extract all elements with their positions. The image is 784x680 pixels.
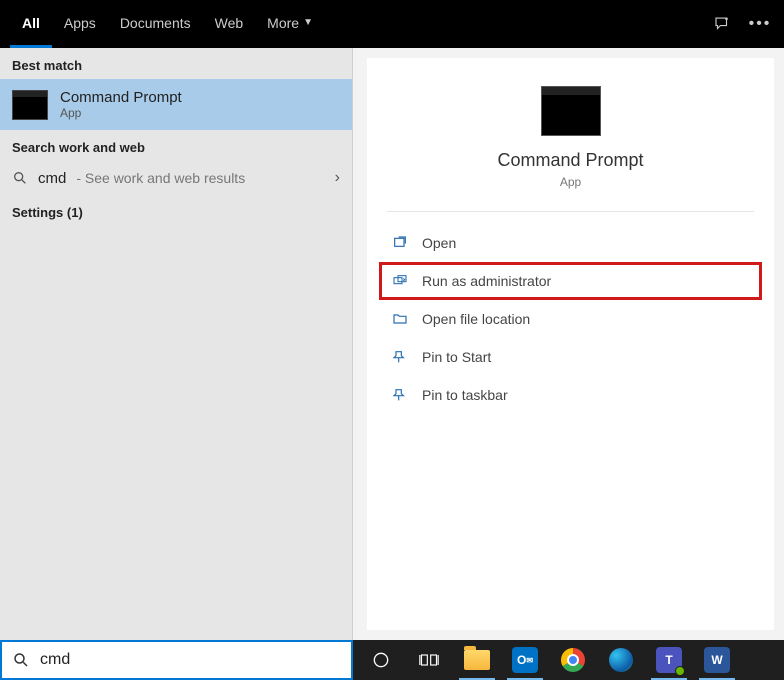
action-label: Pin to Start: [422, 349, 491, 365]
action-label: Open: [422, 235, 456, 251]
word-icon: W: [704, 647, 730, 673]
taskbar-file-explorer[interactable]: [455, 640, 499, 680]
action-label: Open file location: [422, 311, 530, 327]
web-query: cmd: [38, 170, 66, 187]
result-subtitle: App: [60, 106, 182, 120]
chevron-right-icon: ›: [335, 169, 340, 187]
taskbar-edge[interactable]: [599, 640, 643, 680]
taskbar-word[interactable]: W: [695, 640, 739, 680]
outlook-icon: O✉: [512, 647, 538, 673]
pin-icon: [392, 349, 408, 365]
action-open[interactable]: Open: [379, 224, 762, 262]
chevron-down-icon: ▼: [303, 17, 313, 28]
status-dot-icon: [675, 666, 685, 676]
search-icon: [12, 170, 28, 186]
preview-title: Command Prompt: [497, 150, 643, 171]
search-work-web-label: Search work and web: [0, 130, 352, 161]
taskbar: O✉ T W: [353, 640, 784, 680]
folder-icon: [392, 311, 408, 327]
admin-icon: [392, 273, 408, 289]
cortana-button[interactable]: [359, 640, 403, 680]
settings-label[interactable]: Settings (1): [0, 195, 352, 226]
tab-web[interactable]: Web: [203, 0, 256, 48]
action-list: Open Run as administrator Open file loca…: [371, 212, 770, 426]
action-pin-to-taskbar[interactable]: Pin to taskbar: [379, 376, 762, 414]
best-match-result[interactable]: Command Prompt App: [0, 79, 352, 130]
cmd-prompt-icon: [541, 86, 601, 136]
taskbar-outlook[interactable]: O✉: [503, 640, 547, 680]
taskbar-teams[interactable]: T: [647, 640, 691, 680]
result-title: Command Prompt: [60, 89, 182, 106]
action-run-as-admin[interactable]: Run as administrator: [379, 262, 762, 300]
preview-panel: Command Prompt App Open Run as administr…: [353, 48, 784, 640]
pin-icon: [392, 387, 408, 403]
feedback-icon[interactable]: [712, 14, 732, 34]
tab-documents[interactable]: Documents: [108, 0, 203, 48]
action-label: Pin to taskbar: [422, 387, 508, 403]
cmd-prompt-icon: [12, 90, 48, 120]
best-match-label: Best match: [0, 48, 352, 79]
tab-all[interactable]: All: [10, 0, 52, 48]
search-filter-tabs: All Apps Documents Web More ▼ •••: [0, 0, 784, 48]
action-pin-to-start[interactable]: Pin to Start: [379, 338, 762, 376]
search-input[interactable]: [40, 651, 341, 669]
task-view-button[interactable]: [407, 640, 451, 680]
search-icon: [12, 651, 30, 669]
open-icon: [392, 235, 408, 251]
action-label: Run as administrator: [422, 273, 551, 289]
web-search-result[interactable]: cmd - See work and web results ›: [0, 161, 352, 195]
edge-icon: [609, 648, 633, 672]
taskbar-chrome[interactable]: [551, 640, 595, 680]
chrome-icon: [561, 648, 585, 672]
results-panel: Best match Command Prompt App Search wor…: [0, 48, 353, 640]
folder-icon: [464, 650, 490, 670]
more-options-icon[interactable]: •••: [750, 14, 770, 34]
action-open-file-location[interactable]: Open file location: [379, 300, 762, 338]
preview-subtitle: App: [560, 175, 581, 189]
tab-more-label: More: [267, 15, 299, 31]
tab-more[interactable]: More ▼: [255, 0, 325, 48]
start-search-box[interactable]: [0, 640, 353, 680]
tab-apps[interactable]: Apps: [52, 0, 108, 48]
web-hint: - See work and web results: [76, 170, 245, 186]
